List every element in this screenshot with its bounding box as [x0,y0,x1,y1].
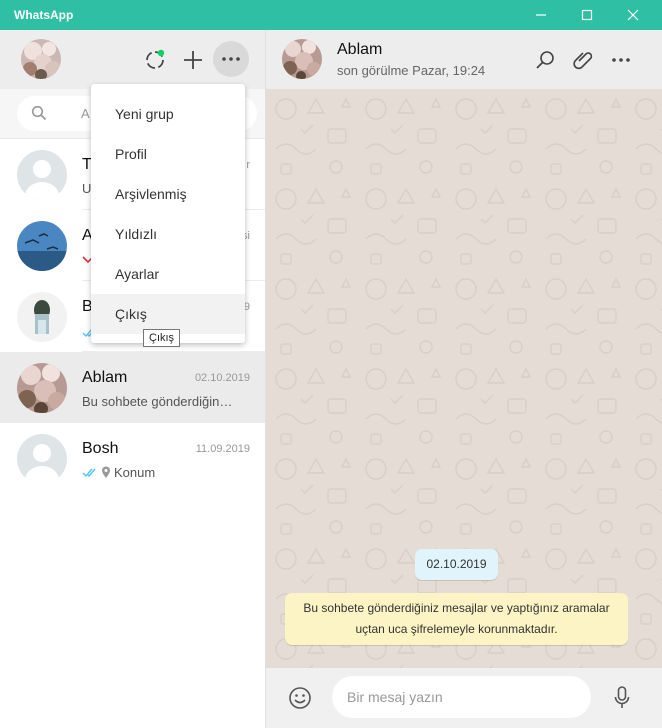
default-avatar [17,150,67,200]
close-icon [627,9,639,21]
menu-item-profile[interactable]: Profil [91,134,245,174]
default-avatar [17,434,67,484]
status-icon [146,49,165,69]
search-icon [31,105,47,121]
message-input[interactable]: Bir mesaj yazın [332,676,591,718]
avatar-photo-icon [21,39,61,79]
chat-preview: Bu sohbete gönderdiğin… [82,394,233,409]
search-icon [536,51,554,69]
menu-item-logout[interactable]: Çıkış [91,294,245,334]
menu-button[interactable] [213,41,249,77]
main-menu: Yeni grup Profil Arşivlenmiş Yıldızlı Ay… [91,84,245,343]
chat-name: Bosh [82,440,119,457]
chat-preview: Konum [82,465,155,480]
minimize-icon [536,14,546,16]
close-button[interactable] [610,0,656,30]
conversation-menu-button[interactable] [608,47,634,73]
menu-dots-icon [612,58,630,62]
encryption-line-1: Bu sohbete gönderdiğiniz mesajlar ve yap… [303,601,610,615]
chat-name: Ablam [82,369,128,386]
search-messages-button[interactable] [533,48,557,72]
chat-item-active[interactable]: Ablam 02.10.2019 Bu sohbete gönderdiğin… [0,352,265,423]
contact-avatar [17,363,67,413]
paperclip-icon [573,52,593,70]
menu-item-starred[interactable]: Yıldızlı [91,214,245,254]
emoji-icon [289,687,311,709]
chat-wallpaper [266,89,662,668]
menu-item-settings[interactable]: Ayarlar [91,254,245,294]
menu-item-new-group[interactable]: Yeni grup [91,94,245,134]
chat-item[interactable]: Bosh 11.09.2019 Konum [0,423,265,494]
window-title: WhatsApp [14,8,74,22]
contact-name: Ablam [337,41,383,58]
chat-date: 02.10.2019 [194,372,250,384]
blossom-photo-icon [282,39,322,79]
minimize-button[interactable] [518,0,564,30]
chat-preview-text: Konum [114,465,156,480]
new-chat-button[interactable] [180,47,206,73]
emoji-button[interactable] [287,685,313,711]
encryption-line-2: uçtan uca şifrelemeyle korunmaktadır. [355,622,558,636]
my-avatar[interactable] [21,39,61,79]
maximize-button[interactable] [564,0,610,30]
message-composer: Bir mesaj yazın [266,668,662,728]
menu-item-archived[interactable]: Arşivlenmiş [91,174,245,214]
voice-message-button[interactable] [609,684,635,712]
plus-icon [184,51,202,69]
location-pin-icon [102,466,110,478]
chat-preview: U [82,181,92,196]
tooltip: Çıkış [143,329,181,347]
sky-photo-icon [17,221,67,271]
date-separator: 02.10.2019 [415,549,498,580]
encryption-notice[interactable]: Bu sohbete gönderdiğiniz mesajlar ve yap… [285,593,628,645]
conversation-panel: Ablam son görülme Pazar, 19:24 02.10.201… [266,30,662,728]
maximize-icon [581,9,593,21]
contact-avatar [17,292,67,342]
person-icon [17,150,67,200]
menu-dots-icon [222,57,240,61]
double-check-icon [82,468,96,478]
status-button[interactable] [142,47,168,73]
fountain-photo-icon [17,292,67,342]
title-bar: WhatsApp [0,0,662,30]
conversation-header[interactable]: Ablam son görülme Pazar, 19:24 [266,30,662,89]
search-placeholder: A [81,106,90,121]
left-header [0,30,265,89]
person-icon [17,434,67,484]
microphone-icon [614,686,630,708]
chat-date: 11.09.2019 [195,443,250,455]
contact-avatar[interactable] [282,39,322,79]
attach-button[interactable] [570,47,596,73]
chat-date: r [246,159,250,171]
contact-avatar [17,221,67,271]
blossom-photo-icon [17,363,67,413]
last-seen-status: son görülme Pazar, 19:24 [337,63,486,78]
